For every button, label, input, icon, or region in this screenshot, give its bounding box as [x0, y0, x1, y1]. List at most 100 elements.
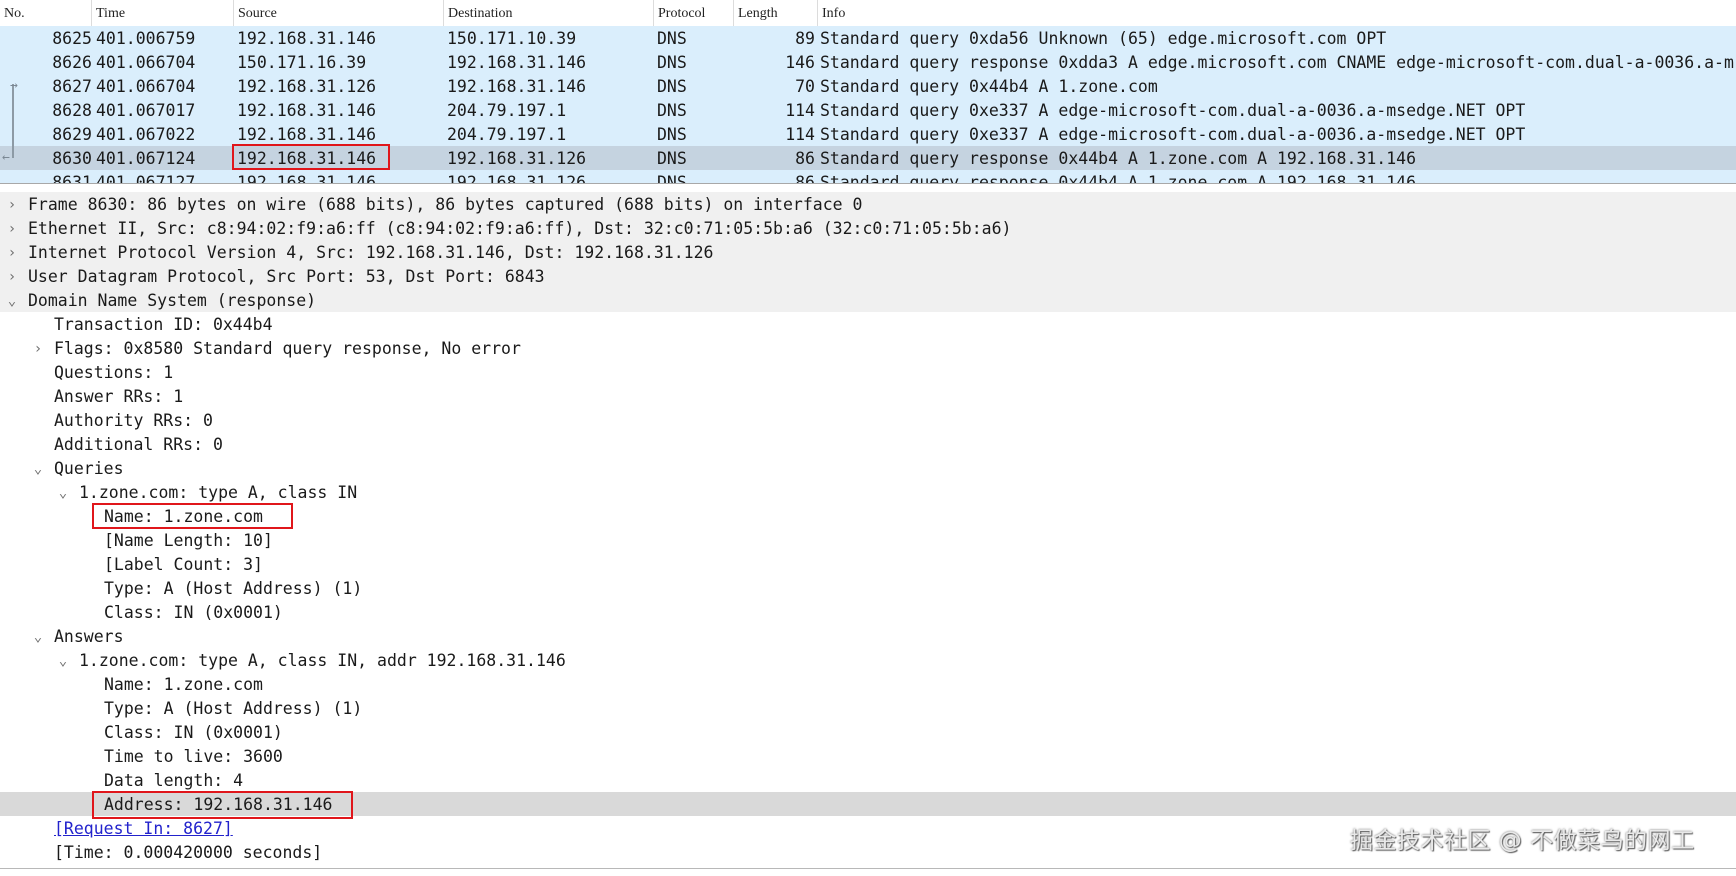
tree-item-questions[interactable]: Questions: 1: [0, 360, 1736, 384]
tree-item-transaction-id[interactable]: Transaction ID: 0x44b4: [0, 312, 1736, 336]
packet-time: 401.067124: [96, 149, 196, 168]
tree-item-query-name-length[interactable]: [Name Length: 10]: [0, 528, 1736, 552]
packet-info: Standard query 0xda56 Unknown (65) edge.…: [820, 29, 1387, 48]
tree-item-answer-rrs[interactable]: Answer RRs: 1: [0, 384, 1736, 408]
packet-length: 114: [785, 101, 815, 120]
tree-item-label: Time to live: 3600: [104, 747, 283, 766]
tree-item-answer-entry[interactable]: ⌄ 1.zone.com: type A, class IN, addr 192…: [0, 648, 1736, 672]
related-packet-line: [12, 84, 14, 158]
tree-item-label: 1.zone.com: type A, class IN, addr 192.1…: [79, 651, 566, 670]
packet-source: 150.171.16.39: [237, 53, 367, 72]
tree-item-label: Queries: [54, 459, 124, 478]
column-header-time[interactable]: Time: [92, 0, 234, 26]
tree-item-label: Type: A (Host Address) (1): [104, 699, 363, 718]
column-header-destination[interactable]: Destination: [444, 0, 654, 26]
packet-destination: 204.79.197.1: [447, 125, 567, 144]
packet-info: Standard query 0x44b4 A 1.zone.com: [820, 77, 1158, 96]
watermark: 掘金技术社区 @ 不做菜鸟的网工: [1350, 828, 1695, 854]
packet-details-pane[interactable]: › Frame 8630: 86 bytes on wire (688 bits…: [0, 188, 1736, 876]
chevron-down-icon[interactable]: ⌄: [4, 288, 20, 312]
packet-time: 401.006759: [96, 29, 196, 48]
packet-list-header: No. Time Source Destination Protocol Len…: [0, 0, 1736, 27]
packet-destination: 192.168.31.126: [447, 173, 587, 184]
packet-row-selected[interactable]: 8630 401.067124 192.168.31.146 192.168.3…: [0, 146, 1736, 170]
tree-item-label: [Name Length: 10]: [104, 531, 273, 550]
tree-item-answer-name[interactable]: Name: 1.zone.com: [0, 672, 1736, 696]
tree-item-query-type[interactable]: Type: A (Host Address) (1): [0, 576, 1736, 600]
column-header-source[interactable]: Source: [234, 0, 444, 26]
tree-item-query-class[interactable]: Class: IN (0x0001): [0, 600, 1736, 624]
packet-time: 401.067022: [96, 125, 196, 144]
tree-item-label: Domain Name System (response): [28, 291, 317, 310]
tree-item-ip[interactable]: › Internet Protocol Version 4, Src: 192.…: [0, 240, 1736, 264]
chevron-right-icon[interactable]: ›: [4, 216, 20, 240]
packet-list-pane[interactable]: No. Time Source Destination Protocol Len…: [0, 0, 1736, 184]
chevron-down-icon[interactable]: ⌄: [55, 648, 71, 672]
tree-item-udp[interactable]: › User Datagram Protocol, Src Port: 53, …: [0, 264, 1736, 288]
column-header-no[interactable]: No.: [0, 0, 92, 26]
packet-source: 192.168.31.146: [237, 101, 377, 120]
chevron-right-icon[interactable]: ›: [4, 240, 20, 264]
tree-item-answer-class[interactable]: Class: IN (0x0001): [0, 720, 1736, 744]
packet-length: 146: [785, 53, 815, 72]
packet-destination: 192.168.31.126: [447, 149, 587, 168]
request-in-link[interactable]: [Request In: 8627]: [54, 816, 233, 842]
tree-item-authority-rrs[interactable]: Authority RRs: 0: [0, 408, 1736, 432]
packet-source: 192.168.31.146: [237, 29, 377, 48]
tree-item-query-name[interactable]: Name: 1.zone.com: [0, 504, 1736, 528]
packet-length: 86: [795, 173, 815, 184]
tree-item-label: Data length: 4: [104, 771, 244, 790]
tree-item-label: Frame 8630: 86 bytes on wire (688 bits),…: [28, 195, 863, 214]
tree-item-answer-ttl[interactable]: Time to live: 3600: [0, 744, 1736, 768]
packet-info: Standard query 0xe337 A edge-microsoft-c…: [820, 125, 1526, 144]
chevron-right-icon[interactable]: ›: [30, 336, 46, 360]
chevron-right-icon[interactable]: ›: [4, 264, 20, 288]
tree-item-label: Address: 192.168.31.146: [104, 795, 333, 814]
tree-item-label: Class: IN (0x0001): [104, 723, 283, 742]
packet-time: 401.066704: [96, 53, 196, 72]
packet-source: 192.168.31.146: [237, 173, 377, 184]
packet-row[interactable]: 8629 401.067022 192.168.31.146 204.79.19…: [0, 122, 1736, 146]
tree-item-query-label-count[interactable]: [Label Count: 3]: [0, 552, 1736, 576]
packet-time: 401.067127: [96, 173, 196, 184]
packet-info: Standard query response 0x44b4 A 1.zone.…: [820, 173, 1417, 184]
packet-row[interactable]: 8628 401.067017 192.168.31.146 204.79.19…: [0, 98, 1736, 122]
packet-row[interactable]: 8627 401.066704 192.168.31.126 192.168.3…: [0, 74, 1736, 98]
tree-item-answer-type[interactable]: Type: A (Host Address) (1): [0, 696, 1736, 720]
packet-destination: 150.171.10.39: [447, 29, 577, 48]
packet-no: 8627: [52, 77, 92, 96]
chevron-right-icon[interactable]: ›: [4, 192, 20, 216]
response-arrow-icon: ←: [2, 150, 10, 165]
packet-no: 8628: [52, 101, 92, 120]
column-header-protocol[interactable]: Protocol: [654, 0, 734, 26]
packet-row[interactable]: 8625 401.006759 192.168.31.146 150.171.1…: [0, 26, 1736, 50]
packet-source: 192.168.31.146: [237, 149, 377, 168]
packet-no: 8629: [52, 125, 92, 144]
column-header-length[interactable]: Length: [734, 0, 818, 26]
tree-item-label: Answers: [54, 627, 124, 646]
column-header-info[interactable]: Info: [818, 0, 1736, 26]
packet-protocol: DNS: [657, 149, 687, 168]
tree-item-additional-rrs[interactable]: Additional RRs: 0: [0, 432, 1736, 456]
packet-row[interactable]: 8626 401.066704 150.171.16.39 192.168.31…: [0, 50, 1736, 74]
packet-no: 8631: [52, 173, 92, 184]
chevron-down-icon[interactable]: ⌄: [55, 480, 71, 504]
tree-item-label: Name: 1.zone.com: [104, 675, 263, 694]
chevron-down-icon[interactable]: ⌄: [30, 456, 46, 480]
tree-item-label: Questions: 1: [54, 363, 174, 382]
tree-item-queries[interactable]: ⌄ Queries: [0, 456, 1736, 480]
tree-item-label: Flags: 0x8580 Standard query response, N…: [54, 339, 521, 358]
tree-item-flags[interactable]: › Flags: 0x8580 Standard query response,…: [0, 336, 1736, 360]
tree-item-label: Transaction ID: 0x44b4: [54, 315, 273, 334]
tree-item-answer-address[interactable]: Address: 192.168.31.146: [0, 792, 1736, 816]
tree-item-query-entry[interactable]: ⌄ 1.zone.com: type A, class IN: [0, 480, 1736, 504]
tree-item-answers[interactable]: ⌄ Answers: [0, 624, 1736, 648]
tree-item-dns[interactable]: ⌄ Domain Name System (response): [0, 288, 1736, 312]
packet-row[interactable]: 8631 401.067127 192.168.31.146 192.168.3…: [0, 170, 1736, 184]
tree-item-answer-data-length[interactable]: Data length: 4: [0, 768, 1736, 792]
chevron-down-icon[interactable]: ⌄: [30, 624, 46, 648]
packet-length: 89: [795, 29, 815, 48]
packet-destination: 204.79.197.1: [447, 101, 567, 120]
tree-item-frame[interactable]: › Frame 8630: 86 bytes on wire (688 bits…: [0, 192, 1736, 216]
tree-item-ethernet[interactable]: › Ethernet II, Src: c8:94:02:f9:a6:ff (c…: [0, 216, 1736, 240]
